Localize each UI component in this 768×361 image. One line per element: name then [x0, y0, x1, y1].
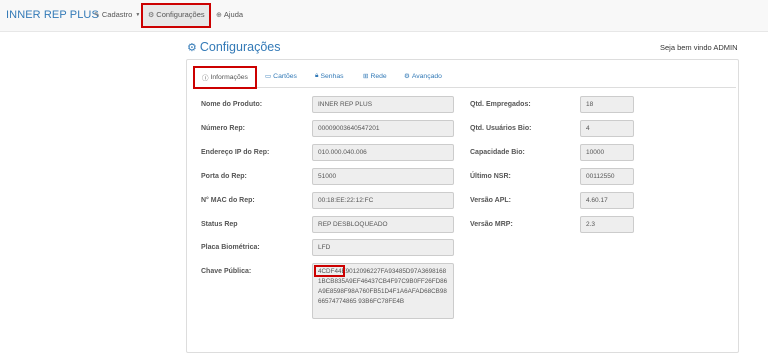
nav-configuracoes[interactable]: ⚙ Configurações [148, 10, 205, 19]
tab-informacoes-label: Informações [210, 73, 248, 81]
field-status-rep: REP DESBLOQUEADO [312, 216, 454, 233]
welcome-message: Seja bem vindo ADMIN [660, 43, 738, 52]
credit-card-icon: ▭ [265, 73, 272, 80]
tab-avancado[interactable]: ⚙ Avançado [404, 72, 442, 81]
caret-down-icon: ▼ [135, 11, 141, 18]
info-circle-icon: ⓘ [202, 75, 209, 82]
brand-link[interactable]: INNER REP PLUS [6, 9, 99, 21]
chave-publica-highlight [314, 265, 345, 277]
field-endereco-ip: 010.000.040.006 [312, 144, 454, 161]
field-placa-biometrica: LFD [312, 239, 454, 256]
field-ultimo-nsr: 00112550 [580, 168, 634, 185]
field-capacidade-bio: 10000 [580, 144, 634, 161]
field-mac-rep: 00:18:EE:22:12:FC [312, 192, 454, 209]
tab-informacoes[interactable]: ⓘ Informações [202, 72, 248, 83]
tab-cartoes[interactable]: ▭ Cartões [265, 72, 297, 81]
gears-icon: ⚙ [187, 41, 197, 54]
page-title-text: Configurações [199, 40, 281, 54]
field-nome-produto: INNER REP PLUS [312, 96, 454, 113]
page-title: ⚙ Configurações [187, 40, 280, 54]
tab-cartoes-label: Cartões [273, 72, 297, 80]
label-qtd-usuarios-bio: Qtd. Usuários Bio: [470, 125, 532, 132]
nav-ajuda-label: Ajuda [223, 10, 244, 19]
field-versao-apl: 4.60.17 [580, 192, 634, 209]
settings-panel [186, 59, 739, 353]
field-numero-rep: 00009003640547201 [312, 120, 454, 137]
field-versao-mrp: 2.3 [580, 216, 634, 233]
nav-cadastro-label: Cadastro [101, 10, 133, 19]
tabs-divider [193, 87, 736, 88]
sitemap-icon: ⊞ [363, 73, 369, 80]
label-endereco-ip: Endereço IP do Rep: [201, 149, 270, 156]
label-mac-rep: N° MAC do Rep: [201, 197, 255, 204]
field-qtd-empregados: 18 [580, 96, 634, 113]
label-porta-rep: Porta do Rep: [201, 173, 247, 180]
life-ring-icon: ⊕ [216, 11, 222, 19]
field-porta-rep: 51000 [312, 168, 454, 185]
tab-rede-label: Rede [370, 72, 387, 80]
label-nome-produto: Nome do Produto: [201, 101, 263, 108]
nav-ajuda[interactable]: ⊕ Ajuda [216, 10, 243, 19]
gears-icon: ⚙ [148, 11, 155, 19]
label-qtd-empregados: Qtd. Empregados: [470, 101, 531, 108]
label-capacidade-bio: Capacidade Bio: [470, 149, 525, 156]
tab-rede[interactable]: ⊞ Rede [363, 72, 387, 81]
gear-icon: ⚙ [404, 73, 410, 80]
field-qtd-usuarios-bio: 4 [580, 120, 634, 137]
label-versao-mrp: Versão MRP: [470, 221, 513, 228]
tab-senhas-label: Senhas [320, 72, 344, 80]
pencil-square-icon: ✎ [94, 11, 100, 19]
tab-avancado-label: Avançado [411, 72, 442, 80]
label-ultimo-nsr: Último NSR: [470, 173, 511, 180]
tab-senhas[interactable]: 🔒︎ Senhas [315, 72, 344, 80]
label-versao-apl: Versão APL: [470, 197, 511, 204]
nav-cadastro[interactable]: ✎ Cadastro ▼ [94, 10, 140, 19]
label-placa-biometrica: Placa Biométrica: [201, 244, 260, 251]
label-status-rep: Status Rep [201, 221, 238, 228]
nav-configuracoes-label: Configurações [156, 10, 205, 19]
lock-icon: 🔒︎ [315, 72, 319, 79]
label-numero-rep: Número Rep: [201, 125, 245, 132]
label-chave-publica: Chave Pública: [201, 268, 252, 275]
